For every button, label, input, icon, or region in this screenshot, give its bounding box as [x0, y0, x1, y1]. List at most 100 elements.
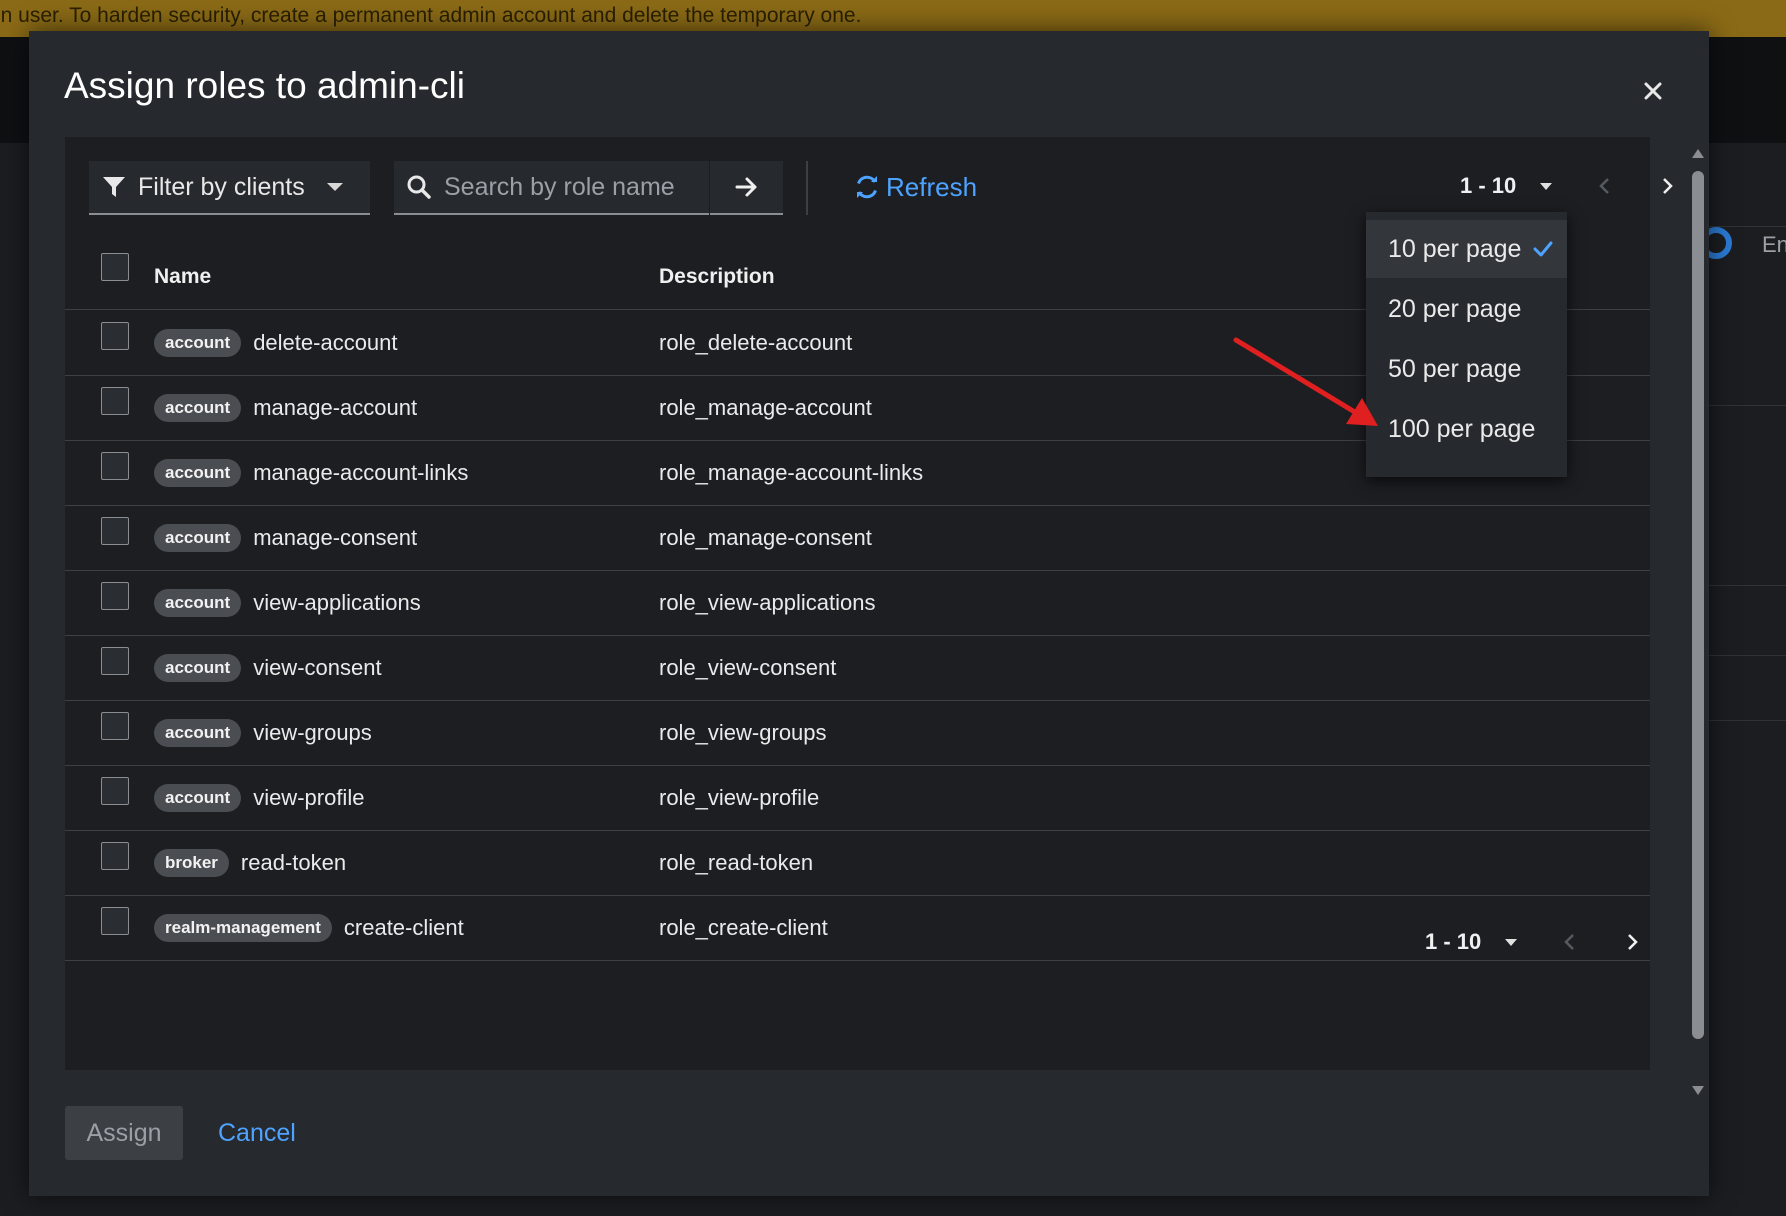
row-checkbox[interactable]: [101, 647, 129, 675]
row-checkbox[interactable]: [101, 387, 129, 415]
row-checkbox[interactable]: [101, 582, 129, 610]
caret-down-icon: [1505, 938, 1518, 946]
next-page-icon[interactable]: [1652, 171, 1682, 201]
role-description: role_read-token: [659, 850, 814, 875]
role-description: role_manage-consent: [659, 525, 872, 550]
role-name: view-consent: [253, 654, 382, 680]
role-name: manage-account-links: [253, 459, 469, 485]
role-description: role_manage-account: [659, 395, 872, 420]
previous-page-icon[interactable]: [1590, 171, 1620, 201]
role-description: role_delete-account: [659, 330, 853, 355]
caret-down-icon: [327, 183, 343, 191]
modal-scrollbar[interactable]: [1689, 149, 1707, 1095]
previous-page-icon[interactable]: [1555, 927, 1585, 957]
menu-item-label: 20 per page: [1388, 294, 1522, 323]
menu-item-label: 10 per page: [1388, 234, 1522, 263]
assign-button[interactable]: Assign: [65, 1106, 183, 1160]
assign-roles-modal: Assign roles to admin-cli Filter by clie…: [29, 31, 1709, 1196]
role-description: role_create-client: [659, 915, 828, 940]
close-button[interactable]: [1635, 73, 1671, 109]
client-badge: account: [154, 783, 242, 812]
column-header-name: Name: [154, 265, 212, 288]
table-row: account manage-consent role_manage-consent: [65, 505, 1650, 571]
bg-divider: [1700, 720, 1786, 721]
role-description: role_view-consent: [659, 655, 837, 680]
role-name-cell: account manage-account: [154, 375, 417, 440]
table-row: account view-consent role_view-consent: [65, 635, 1650, 701]
client-badge: broker: [154, 848, 229, 877]
search-submit-button[interactable]: [710, 161, 783, 215]
bg-divider: [1700, 585, 1786, 586]
role-name-cell: broker read-token: [154, 830, 346, 895]
filter-icon: [103, 177, 125, 197]
role-name: delete-account: [253, 329, 398, 355]
refresh-button[interactable]: Refresh: [854, 165, 977, 209]
filter-by-clients-dropdown[interactable]: Filter by clients: [89, 161, 370, 215]
per-page-toggle-top[interactable]: 1 - 10: [1460, 173, 1553, 199]
column-header-description: Description: [659, 265, 775, 288]
per-page-menu: 10 per page 20 per page 50 per page 100 …: [1366, 212, 1567, 477]
client-badge: account: [154, 523, 242, 552]
caret-down-icon: [1540, 182, 1553, 190]
menu-item-10-per-page[interactable]: 10 per page: [1366, 220, 1567, 278]
menu-item-label: 100 per page: [1388, 414, 1536, 443]
row-checkbox[interactable]: [101, 712, 129, 740]
search-icon: [407, 175, 431, 199]
refresh-icon: [857, 175, 877, 199]
role-description: role_manage-account-links: [659, 460, 924, 485]
role-name: create-client: [343, 914, 464, 940]
role-name-cell: account manage-consent: [154, 505, 417, 570]
close-icon: [1644, 82, 1662, 100]
menu-item-100-per-page[interactable]: 100 per page: [1366, 400, 1567, 458]
role-description: role_view-profile: [659, 785, 820, 810]
table-row: account view-groups role_view-groups: [65, 700, 1650, 766]
row-checkbox[interactable]: [101, 517, 129, 545]
client-badge: account: [154, 458, 242, 487]
annotation-arrow-icon: [1233, 337, 1378, 426]
table-row: realm-management create-client role_create…: [65, 895, 1650, 961]
banner-text: in user. To harden security, create a pe…: [0, 4, 862, 27]
role-name-cell: account delete-account: [154, 310, 398, 375]
role-name: view-groups: [253, 719, 372, 745]
role-name-cell: account manage-account-links: [154, 440, 468, 505]
client-badge: realm-management: [154, 913, 332, 942]
per-page-toggle-bottom[interactable]: 1 - 10: [1425, 929, 1518, 955]
select-all-checkbox[interactable]: [101, 253, 129, 281]
row-checkbox[interactable]: [101, 907, 129, 935]
row-checkbox[interactable]: [101, 842, 129, 870]
cancel-button[interactable]: Cancel: [218, 1111, 296, 1155]
role-name: view-profile: [253, 784, 365, 810]
scroll-up-arrow-icon[interactable]: [1692, 149, 1704, 158]
row-checkbox[interactable]: [101, 777, 129, 805]
refresh-label: Refresh: [886, 171, 978, 202]
check-icon: [1533, 241, 1553, 257]
pagination-top: 1 - 10: [1460, 173, 1673, 199]
menu-item-20-per-page[interactable]: 20 per page: [1366, 280, 1567, 338]
scrollbar-thumb[interactable]: [1692, 171, 1704, 1039]
role-name: view-applications: [253, 589, 421, 615]
client-badge: account: [154, 653, 242, 682]
client-badge: account: [154, 718, 242, 747]
role-name-cell: realm-management create-client: [154, 895, 464, 960]
search-box: [394, 161, 709, 215]
role-description: role_view-groups: [659, 720, 827, 745]
pagination-range: 1 - 10: [1460, 173, 1517, 198]
search-input[interactable]: [442, 171, 706, 203]
role-name: manage-account: [253, 394, 418, 420]
client-badge: account: [154, 588, 242, 617]
filter-label: Filter by clients: [138, 172, 305, 201]
client-badge: account: [154, 328, 242, 357]
scroll-down-arrow-icon[interactable]: [1692, 1086, 1704, 1095]
next-page-icon[interactable]: [1617, 927, 1647, 957]
table-row: account view-profile role_view-profile: [65, 765, 1650, 831]
role-name-cell: account view-groups: [154, 700, 372, 765]
role-name-cell: account view-applications: [154, 570, 421, 635]
row-checkbox[interactable]: [101, 452, 129, 480]
menu-item-50-per-page[interactable]: 50 per page: [1366, 340, 1567, 398]
role-name: manage-consent: [253, 524, 418, 550]
modal-title: Assign roles to admin-cli: [64, 65, 465, 106]
table-row: broker read-token role_read-token: [65, 830, 1650, 896]
role-name-cell: account view-consent: [154, 635, 382, 700]
row-checkbox[interactable]: [101, 322, 129, 350]
arrow-right-icon: [735, 177, 756, 197]
